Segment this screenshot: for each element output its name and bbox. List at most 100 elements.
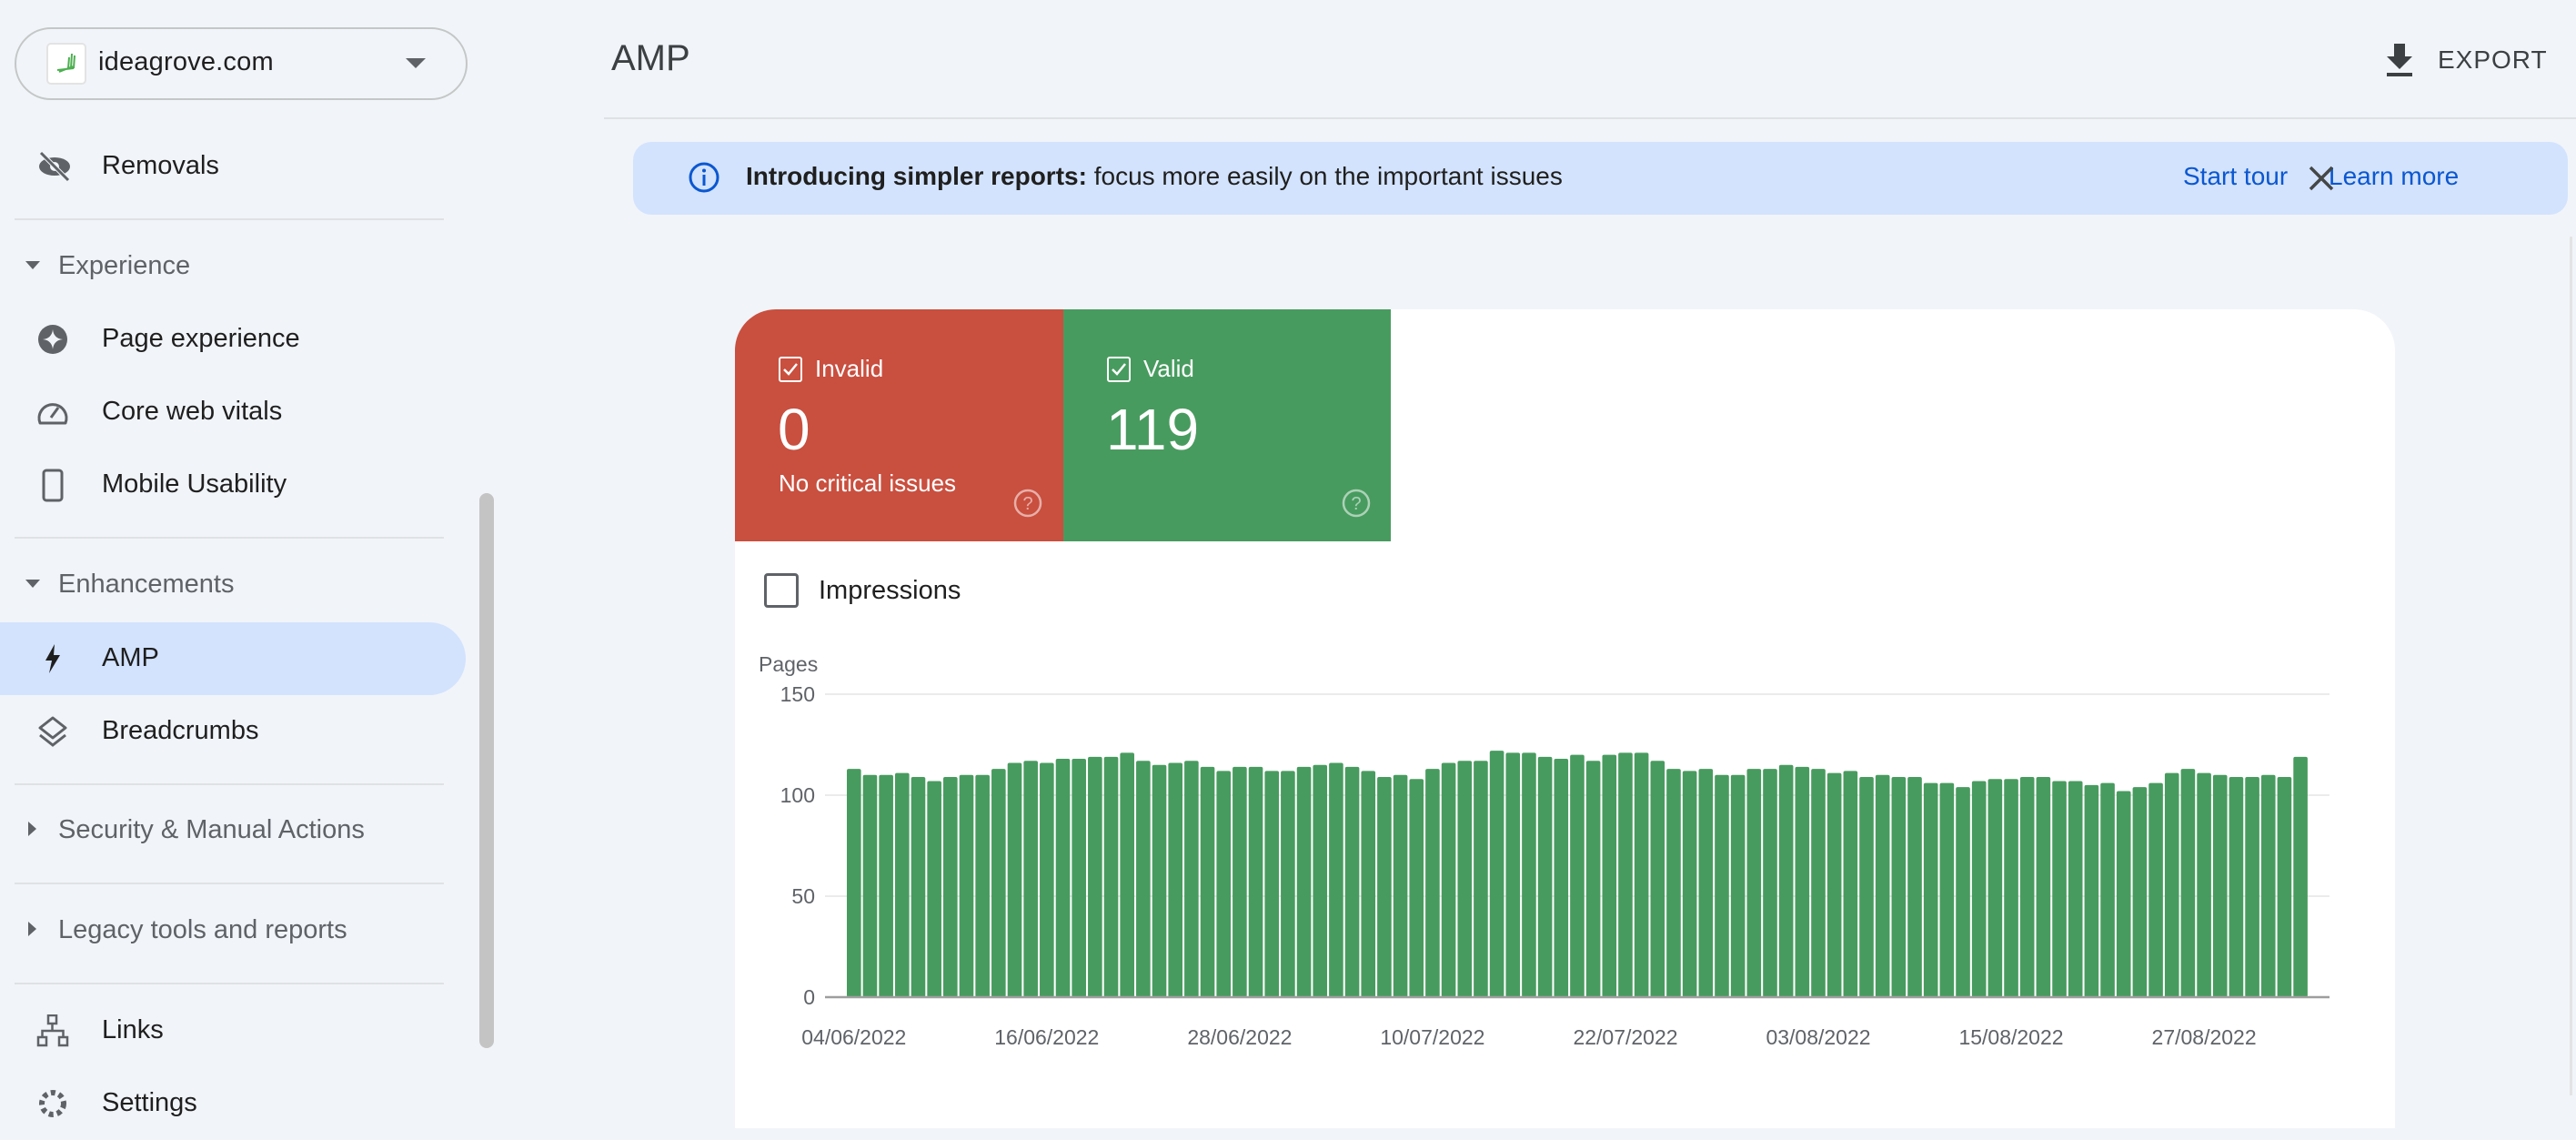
bar — [1329, 762, 1343, 997]
bar — [1072, 759, 1086, 997]
arrow-drop-down-icon — [406, 58, 426, 68]
x-tick-label: 10/07/2022 — [1380, 1025, 1484, 1049]
bar — [1907, 777, 1922, 997]
main-scrollbar[interactable] — [2570, 237, 2572, 1095]
bar — [2260, 774, 2276, 997]
bar — [1055, 759, 1071, 997]
export-button[interactable]: EXPORT — [2383, 36, 2547, 84]
smartphone-icon — [36, 469, 69, 502]
sidebar-section-security[interactable]: Security & Manual Actions — [0, 803, 466, 858]
gear-icon — [36, 1087, 69, 1120]
banner-message: Introducing simpler reports: focus more … — [746, 162, 1563, 191]
section-label: Enhancements — [58, 570, 235, 599]
sidebar-section-experience[interactable]: Experience — [0, 239, 466, 294]
bar — [1522, 752, 1536, 997]
sidebar-divider — [15, 883, 444, 884]
bar — [1875, 774, 1890, 997]
bar — [1987, 779, 2003, 997]
bar — [847, 769, 861, 997]
sidebar-item-mobile-usability[interactable]: Mobile Usability — [0, 449, 466, 521]
bar — [1264, 771, 1280, 997]
bar — [927, 781, 941, 997]
bar — [1971, 781, 1987, 997]
bar — [1505, 752, 1521, 997]
bar — [1023, 761, 1038, 997]
x-tick-label: 03/08/2022 — [1766, 1025, 1870, 1049]
sidebar-divider — [15, 783, 444, 785]
bar — [1634, 752, 1649, 997]
bar — [911, 777, 926, 997]
bar — [2277, 777, 2292, 997]
sidebar-item-amp[interactable]: AMP — [0, 622, 466, 695]
bar — [2036, 777, 2051, 997]
property-selector[interactable]: ideagrove.com — [15, 27, 468, 100]
bar — [879, 774, 893, 997]
sidebar-item-label: Settings — [102, 1088, 197, 1117]
bar — [1361, 771, 1376, 997]
bar — [1715, 774, 1729, 997]
sidebar-item-label: Core web vitals — [102, 397, 283, 426]
section-label: Experience — [58, 251, 191, 280]
info-banner: Introducing simpler reports: focus more … — [633, 142, 2568, 215]
bar — [1650, 761, 1665, 997]
bar — [1811, 769, 1826, 997]
bar — [1088, 756, 1102, 997]
sidebar-divider — [15, 218, 444, 220]
bar — [975, 774, 990, 997]
bar — [862, 774, 878, 997]
x-tick-label: 15/08/2022 — [1958, 1025, 2063, 1049]
sidebar-item-page-experience[interactable]: Page experience — [0, 303, 466, 376]
bar — [2245, 777, 2259, 997]
bar — [2068, 781, 2083, 997]
sidebar-section-legacy[interactable]: Legacy tools and reports — [0, 903, 466, 958]
bar — [1570, 754, 1585, 997]
visibility-off-icon — [36, 150, 70, 183]
bar — [1730, 774, 1746, 997]
sidebar-item-label: Page experience — [102, 324, 300, 353]
x-tick-label: 28/06/2022 — [1187, 1025, 1292, 1049]
bar — [1859, 777, 1874, 997]
bar — [1344, 766, 1360, 997]
bar — [2004, 779, 2018, 997]
sidebar-item-links[interactable]: Links — [0, 994, 466, 1067]
bar — [1296, 766, 1312, 997]
learn-more-link[interactable]: Learn more — [2329, 162, 2459, 191]
bar — [1939, 782, 1955, 997]
bar — [1666, 769, 1681, 997]
bar — [943, 777, 958, 997]
y-axis-label: Pages — [759, 652, 818, 676]
expand-caret-icon — [28, 922, 36, 936]
x-tick-label: 16/06/2022 — [994, 1025, 1099, 1049]
collapse-caret-icon — [25, 261, 40, 269]
bolt-icon — [36, 642, 69, 675]
sidebar-item-label: Breadcrumbs — [102, 716, 259, 745]
bar — [1103, 756, 1119, 997]
sidebar-item-removals[interactable]: Removals — [0, 130, 466, 203]
expand-caret-icon — [28, 822, 36, 836]
bar — [1168, 762, 1182, 997]
sidebar-section-enhancements[interactable]: Enhancements — [0, 558, 466, 612]
bar — [2132, 787, 2148, 997]
bar — [1200, 766, 1215, 997]
header-divider — [604, 117, 2576, 119]
bar — [1489, 751, 1504, 997]
sidebar-divider — [15, 537, 444, 539]
bar — [1313, 764, 1328, 997]
bar — [1409, 779, 1424, 997]
bar — [1040, 762, 1054, 997]
close-icon[interactable] — [2307, 164, 2336, 193]
bar — [1554, 759, 1569, 997]
sidebar-item-core-web-vitals[interactable]: Core web vitals — [0, 376, 466, 449]
start-tour-link[interactable]: Start tour — [2183, 162, 2288, 191]
bar — [1184, 761, 1199, 997]
report-card: Invalid 0 No critical issues ? Valid 119… — [735, 309, 2395, 1128]
sidebar-item-label: Mobile Usability — [102, 469, 287, 499]
y-tick-label: 50 — [791, 884, 815, 908]
ideagrove-logo-icon — [46, 43, 86, 85]
sidebar-scrollbar[interactable] — [479, 493, 494, 1048]
banner-title: Introducing simpler reports: — [746, 162, 1087, 190]
section-label: Legacy tools and reports — [58, 915, 347, 944]
sidebar-item-settings[interactable]: Settings — [0, 1067, 466, 1140]
page-title: AMP — [611, 38, 690, 78]
sidebar-item-breadcrumbs[interactable]: Breadcrumbs — [0, 695, 466, 768]
